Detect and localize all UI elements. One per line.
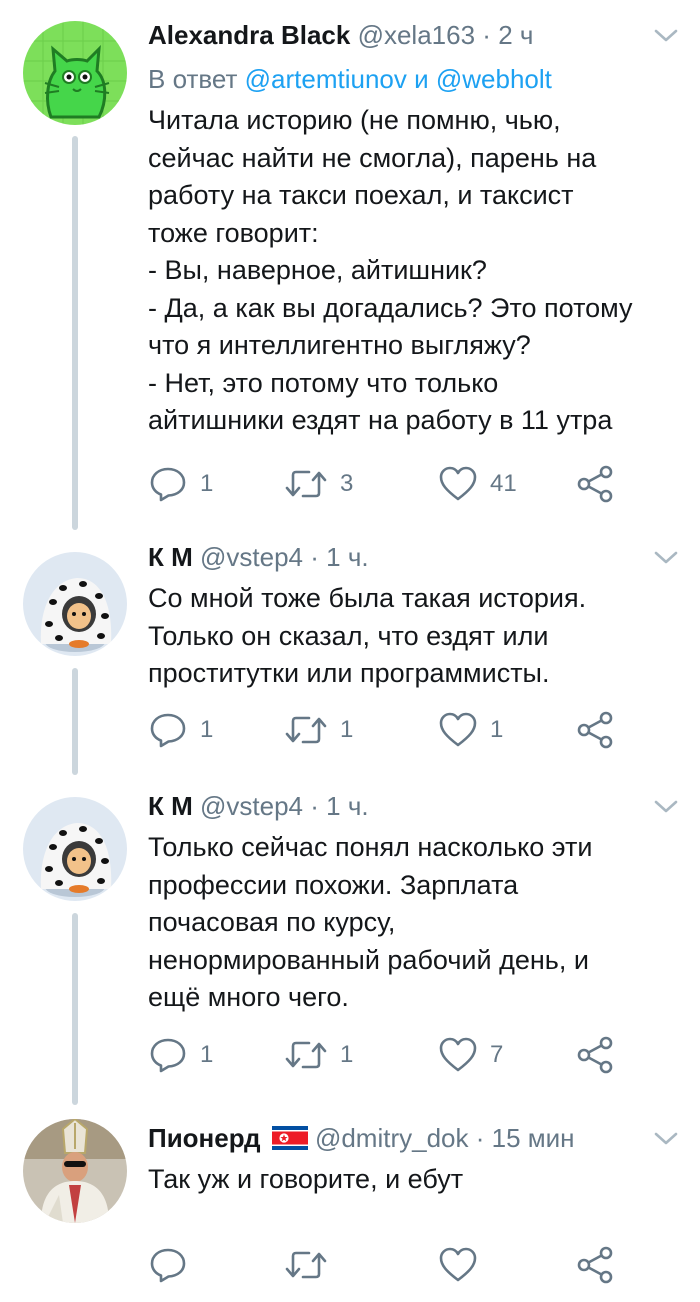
reply-icon bbox=[148, 464, 188, 504]
avatar[interactable] bbox=[23, 552, 127, 656]
username[interactable]: @xela163 bbox=[358, 20, 475, 50]
like-count: 41 bbox=[490, 470, 517, 497]
share-button[interactable] bbox=[576, 1245, 616, 1285]
thread-line bbox=[72, 668, 78, 775]
north-korea-flag-icon bbox=[271, 1126, 308, 1150]
timestamp[interactable]: 2 ч bbox=[498, 20, 533, 50]
separator-dot: · bbox=[475, 1123, 485, 1153]
display-name[interactable]: К М bbox=[148, 791, 193, 821]
reply-to-link-artemtiunov[interactable]: @artemtiunov bbox=[245, 64, 407, 94]
kenny-avatar-image bbox=[23, 552, 127, 656]
tweet-text: Читала историю (не помню, чью, сейчас на… bbox=[148, 105, 633, 435]
reply-count: 1 bbox=[200, 716, 214, 743]
heart-icon bbox=[438, 1245, 478, 1285]
reply-to-conjunction: и bbox=[414, 64, 429, 94]
tweet-1[interactable]: Alexandra Black @xela163 · 2 ч В ответ @… bbox=[0, 0, 700, 530]
tweet-3[interactable]: К М @vstep4 · 1 ч. Только сейчас понял н… bbox=[0, 775, 700, 1105]
username[interactable]: @vstep4 bbox=[200, 542, 303, 572]
reply-icon bbox=[148, 1245, 188, 1285]
thread-line bbox=[72, 913, 78, 1105]
like-button[interactable]: 7 bbox=[438, 1035, 503, 1075]
reply-icon bbox=[148, 1035, 188, 1075]
heart-icon bbox=[438, 464, 478, 504]
thread-line bbox=[72, 136, 78, 530]
reply-to-link-webholt[interactable]: @webholt bbox=[436, 64, 552, 94]
share-icon bbox=[576, 710, 616, 750]
heart-icon bbox=[438, 1035, 478, 1075]
retweet-count: 1 bbox=[340, 1041, 354, 1068]
pope-avatar-image bbox=[23, 1119, 127, 1223]
separator-dot: · bbox=[482, 20, 491, 50]
like-button[interactable]: 1 bbox=[438, 710, 503, 750]
like-count: 7 bbox=[490, 1041, 504, 1068]
retweet-button[interactable]: 1 bbox=[284, 1035, 353, 1075]
share-icon bbox=[576, 1245, 616, 1285]
tweet-text: Только сейчас понял насколько эти профес… bbox=[148, 832, 593, 1012]
separator-dot: · bbox=[310, 542, 319, 572]
heart-icon bbox=[438, 710, 478, 750]
reply-button[interactable]: 1 bbox=[148, 464, 213, 504]
retweet-icon bbox=[284, 710, 328, 750]
reply-button[interactable]: 1 bbox=[148, 710, 213, 750]
chevron-down-icon[interactable] bbox=[652, 1129, 680, 1149]
share-icon bbox=[576, 1035, 616, 1075]
retweet-button[interactable]: 3 bbox=[284, 464, 353, 504]
retweet-button[interactable] bbox=[284, 1245, 328, 1285]
display-name[interactable]: К М bbox=[148, 542, 193, 572]
tweet-text: Со мной тоже была такая история. Только … bbox=[148, 583, 587, 688]
chevron-down-icon[interactable] bbox=[652, 26, 680, 46]
reply-button[interactable]: 1 bbox=[148, 1035, 213, 1075]
share-button[interactable] bbox=[576, 464, 616, 504]
kenny-avatar-image bbox=[23, 797, 127, 901]
timestamp[interactable]: 1 ч. bbox=[326, 542, 368, 572]
username[interactable]: @dmitry_dok bbox=[315, 1123, 469, 1153]
retweet-count: 3 bbox=[340, 470, 354, 497]
like-count: 1 bbox=[490, 716, 504, 743]
timestamp[interactable]: 1 ч. bbox=[326, 791, 368, 821]
share-button[interactable] bbox=[576, 710, 616, 750]
timestamp[interactable]: 15 мин bbox=[492, 1123, 575, 1153]
retweet-icon bbox=[284, 464, 328, 504]
share-button[interactable] bbox=[576, 1035, 616, 1075]
chevron-down-icon[interactable] bbox=[652, 797, 680, 817]
avatar[interactable] bbox=[23, 21, 127, 125]
separator-dot: · bbox=[310, 791, 319, 821]
tweet-2[interactable]: К М @vstep4 · 1 ч. Со мной тоже была так… bbox=[0, 530, 700, 775]
username[interactable]: @vstep4 bbox=[200, 791, 303, 821]
tweet-4[interactable]: Пионерд @dmitry_dok · 15 мин Так уж и го… bbox=[0, 1105, 700, 1302]
reply-button[interactable] bbox=[148, 1245, 188, 1285]
like-button[interactable] bbox=[438, 1245, 478, 1285]
reply-count: 1 bbox=[200, 470, 214, 497]
retweet-icon bbox=[284, 1035, 328, 1075]
retweet-button[interactable]: 1 bbox=[284, 710, 353, 750]
tweet-text: Так уж и говорите, и ебут bbox=[148, 1164, 464, 1194]
chevron-down-icon[interactable] bbox=[652, 548, 680, 568]
retweet-icon bbox=[284, 1245, 328, 1285]
retweet-count: 1 bbox=[340, 716, 354, 743]
avatar[interactable] bbox=[23, 1119, 127, 1223]
display-name[interactable]: Alexandra Black bbox=[148, 20, 350, 50]
display-name[interactable]: Пионерд bbox=[148, 1123, 260, 1153]
share-icon bbox=[576, 464, 616, 504]
like-button[interactable]: 41 bbox=[438, 464, 517, 504]
reply-count: 1 bbox=[200, 1041, 214, 1068]
avatar[interactable] bbox=[23, 797, 127, 901]
reply-icon bbox=[148, 710, 188, 750]
reply-to-label: В ответ bbox=[148, 64, 238, 94]
